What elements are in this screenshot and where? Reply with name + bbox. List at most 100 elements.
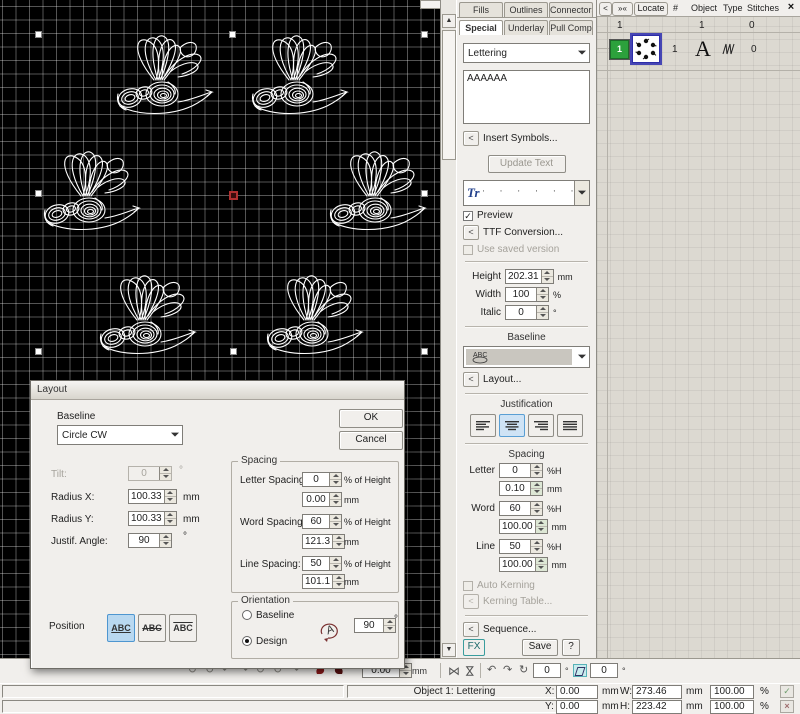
cancel-button[interactable]: × xyxy=(780,700,794,713)
column-header-type[interactable]: Type xyxy=(723,3,743,13)
radius-x-field[interactable]: 100.33 xyxy=(128,489,177,504)
w-percent-field[interactable]: 100.00 xyxy=(710,685,754,699)
tab-pull-comp[interactable]: Pull Comp xyxy=(549,20,593,35)
apply-button[interactable]: ✓ xyxy=(780,685,794,698)
column-header-stitches[interactable]: Stitches xyxy=(747,3,779,13)
lettering-object-icon[interactable]: A xyxy=(695,36,711,62)
line-spacing-pct-field[interactable]: 50 xyxy=(302,556,342,571)
design-radio[interactable] xyxy=(242,636,252,646)
spinner[interactable] xyxy=(541,270,553,283)
tab-connectors[interactable]: Connectors xyxy=(549,2,593,17)
color-chip[interactable]: 1 xyxy=(610,40,629,59)
selection-handle-e[interactable] xyxy=(421,190,428,197)
orientation-angle-field[interactable]: 90 xyxy=(354,618,396,633)
h-field[interactable]: 223.42 xyxy=(632,700,682,714)
baseline-type-select[interactable]: Circle CW xyxy=(57,425,183,445)
h-percent-field[interactable]: 100.00 xyxy=(710,700,754,714)
canvas-vertical-scrollbar[interactable]: ▲ ▼ xyxy=(440,0,456,658)
radius-y-field[interactable]: 100.33 xyxy=(128,511,177,526)
justify-left-button[interactable] xyxy=(470,414,496,437)
spinner[interactable] xyxy=(329,473,341,486)
word-spacing-mm-field[interactable]: 100.00 xyxy=(499,519,548,534)
font-select[interactable]: Tr ' ' ' ' ' ' ' ' xyxy=(463,180,590,206)
justify-full-button[interactable] xyxy=(557,414,583,437)
word-spacing-pct-field[interactable]: 60 xyxy=(499,501,543,516)
lettering-type-select[interactable]: Lettering xyxy=(463,43,590,63)
cancel-button[interactable]: Cancel xyxy=(339,431,403,450)
spinner[interactable] xyxy=(530,502,542,515)
spinner[interactable] xyxy=(530,464,542,477)
dialog-title-bar[interactable]: Layout xyxy=(31,381,404,400)
skew-icon[interactable] xyxy=(573,664,587,677)
word-spacing-pct-field[interactable]: 60 xyxy=(302,514,342,529)
column-header-number[interactable]: # xyxy=(673,3,678,13)
spinner[interactable] xyxy=(329,557,341,570)
line-spacing-mm-field[interactable]: 100.00 xyxy=(499,557,548,572)
rotate-right-icon[interactable]: ↷ xyxy=(503,664,512,676)
selection-handle-se[interactable] xyxy=(421,348,428,355)
spinner[interactable] xyxy=(530,482,542,495)
tab-special[interactable]: Special xyxy=(459,20,503,35)
chevron-left-icon[interactable]: < xyxy=(463,225,479,240)
word-spacing-mm-field[interactable]: 121.3 xyxy=(302,534,345,549)
spinner[interactable] xyxy=(164,490,176,503)
tab-fills[interactable]: Fills xyxy=(459,2,503,17)
letter-spacing-pct-field[interactable]: 0 xyxy=(302,472,342,487)
save-button[interactable]: Save xyxy=(522,639,558,656)
locate-button[interactable]: Locate xyxy=(634,2,668,16)
letter-spacing-mm-field[interactable]: 0.00 xyxy=(302,492,342,507)
panel-back-button[interactable]: < xyxy=(599,2,612,16)
selection-handle-nw[interactable] xyxy=(35,31,42,38)
width-field[interactable]: 100 xyxy=(505,287,549,302)
lettering-text-input[interactable]: AAAAAA xyxy=(463,70,590,124)
close-icon[interactable]: × xyxy=(785,2,797,14)
help-button[interactable]: ? xyxy=(562,639,580,656)
scrollbar-thumb[interactable] xyxy=(442,30,456,160)
selection-handle-w[interactable] xyxy=(35,190,42,197)
scroll-down-arrow-icon[interactable]: ▼ xyxy=(442,643,456,657)
position-baseline-below-button[interactable]: ABC xyxy=(107,614,135,642)
column-header-object[interactable]: Object xyxy=(691,3,717,13)
embroidery-design-4[interactable] xyxy=(323,148,433,238)
baseline-select[interactable]: ABC xyxy=(463,346,590,368)
w-field[interactable]: 273.46 xyxy=(632,685,682,699)
spinner[interactable] xyxy=(536,288,548,301)
sequence-button[interactable]: Sequence... xyxy=(483,624,536,635)
chevron-left-icon[interactable]: < xyxy=(463,372,479,387)
fx-button[interactable]: FX xyxy=(463,639,485,656)
baseline-radio[interactable] xyxy=(242,610,252,620)
ok-button[interactable]: OK xyxy=(339,409,403,428)
layout-button[interactable]: Layout... xyxy=(483,374,521,385)
collapse-columns-button[interactable]: »« xyxy=(612,2,633,16)
line-spacing-mm-field[interactable]: 101.1 xyxy=(302,574,345,589)
justify-right-button[interactable] xyxy=(528,414,554,437)
rotate-left-icon[interactable]: ↶ xyxy=(487,664,496,676)
tab-outlines[interactable]: Outlines xyxy=(504,2,548,17)
flip-horizontal-icon[interactable]: ⋈ xyxy=(448,664,460,678)
embroidery-design-3[interactable] xyxy=(37,148,147,238)
rotate-by-angle-icon[interactable]: ↻ xyxy=(519,664,528,676)
selection-handle-sw[interactable] xyxy=(35,348,42,355)
embroidery-design-2[interactable] xyxy=(245,32,355,122)
tab-underlay[interactable]: Underlay xyxy=(504,20,548,35)
rotate-angle-field[interactable]: 0 xyxy=(533,663,561,678)
justif-angle-field[interactable]: 90 xyxy=(128,533,172,548)
x-field[interactable]: 0.00 xyxy=(556,685,598,699)
letter-spacing-pct-field[interactable]: 0 xyxy=(499,463,543,478)
y-field[interactable]: 0.00 xyxy=(556,700,598,714)
chevron-left-icon[interactable]: < xyxy=(463,622,479,637)
embroidery-design-6[interactable] xyxy=(260,272,370,362)
spinner[interactable] xyxy=(329,493,341,506)
spinner[interactable] xyxy=(164,512,176,525)
ttf-conversion-button[interactable]: TTF Conversion... xyxy=(483,227,563,238)
letter-spacing-mm-field[interactable]: 0.10 xyxy=(499,481,543,496)
skew-angle-field[interactable]: 0 xyxy=(590,663,618,678)
chevron-down-icon[interactable] xyxy=(574,181,589,205)
embroidery-design-5[interactable] xyxy=(93,272,203,362)
position-baseline-middle-button[interactable]: ABC xyxy=(138,614,166,642)
spinner[interactable] xyxy=(329,515,341,528)
selection-handle-ne[interactable] xyxy=(421,31,428,38)
italic-field[interactable]: 0 xyxy=(505,305,549,320)
preview-checkbox[interactable] xyxy=(463,211,473,221)
spinner[interactable] xyxy=(530,540,542,553)
